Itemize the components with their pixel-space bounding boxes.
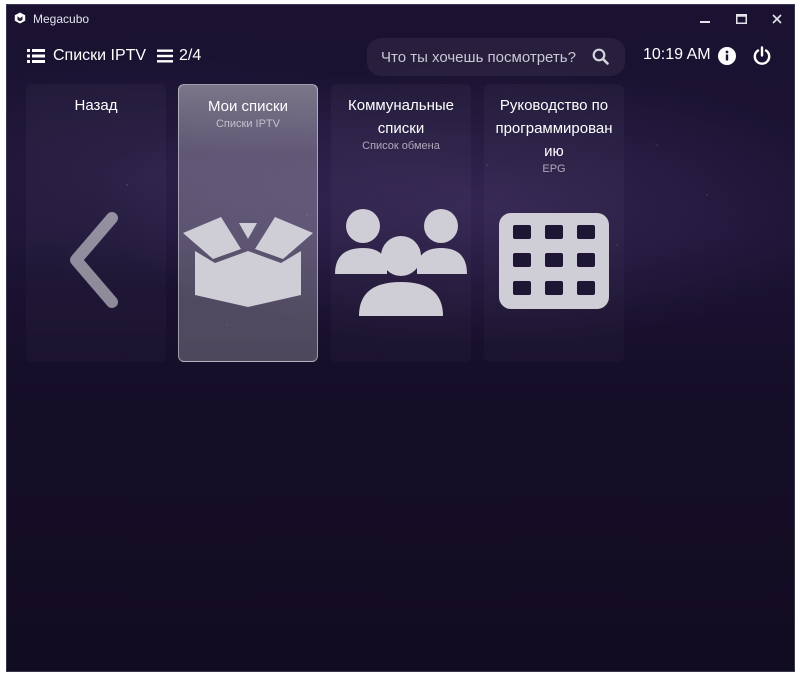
page-indicator[interactable]: 2/4 bbox=[157, 44, 201, 68]
list-icon bbox=[27, 49, 45, 63]
maximize-button[interactable] bbox=[728, 9, 754, 29]
tile-program-guide[interactable]: Руководство по программирован ию EPG bbox=[484, 84, 624, 362]
tile-title: Мои списки bbox=[208, 98, 288, 115]
tile-my-lists[interactable]: Мои списки Списки IPTV bbox=[178, 84, 318, 362]
tile-subtitle: EPG bbox=[542, 163, 566, 175]
app-window: Megacubo Списки IPTV 2/4 Что ты хочешь п… bbox=[6, 4, 795, 672]
tile-back[interactable]: Назад bbox=[26, 84, 166, 362]
close-button[interactable] bbox=[764, 9, 790, 29]
tile-title: Руководство по программирован ию bbox=[495, 97, 613, 160]
megacubo-logo-icon bbox=[14, 12, 26, 24]
tile-community-lists[interactable]: Коммунальные списки Список обмена bbox=[331, 84, 471, 362]
minimize-icon bbox=[700, 21, 710, 23]
chevron-left-icon bbox=[70, 212, 118, 308]
tile-title: Коммунальные списки bbox=[348, 97, 454, 137]
iptv-lists-label: Списки IPTV bbox=[53, 47, 147, 64]
menu-lines-icon bbox=[157, 49, 173, 63]
grid-icon bbox=[499, 213, 609, 309]
power-icon[interactable] bbox=[752, 46, 772, 66]
minimize-button[interactable] bbox=[692, 9, 718, 29]
search-input[interactable] bbox=[379, 47, 589, 67]
iptv-lists-button[interactable]: Списки IPTV bbox=[27, 44, 146, 68]
title-bar: Megacubo bbox=[7, 5, 794, 33]
tile-title: Назад bbox=[74, 97, 118, 114]
top-toolbar: Списки IPTV 2/4 10:19 AM bbox=[7, 35, 794, 79]
search-box[interactable] bbox=[367, 38, 625, 76]
tile-subtitle: Список обмена bbox=[362, 140, 440, 152]
maximize-icon bbox=[735, 14, 747, 24]
users-icon bbox=[335, 209, 467, 316]
page-indicator-label: 2/4 bbox=[179, 47, 202, 64]
box-open-icon bbox=[183, 217, 313, 307]
info-icon[interactable] bbox=[718, 47, 736, 65]
search-icon[interactable] bbox=[592, 48, 609, 65]
clock: 10:19 AM bbox=[643, 46, 711, 63]
tile-subtitle: Списки IPTV bbox=[215, 118, 280, 130]
close-icon bbox=[772, 14, 782, 24]
window-title: Megacubo bbox=[33, 12, 90, 26]
